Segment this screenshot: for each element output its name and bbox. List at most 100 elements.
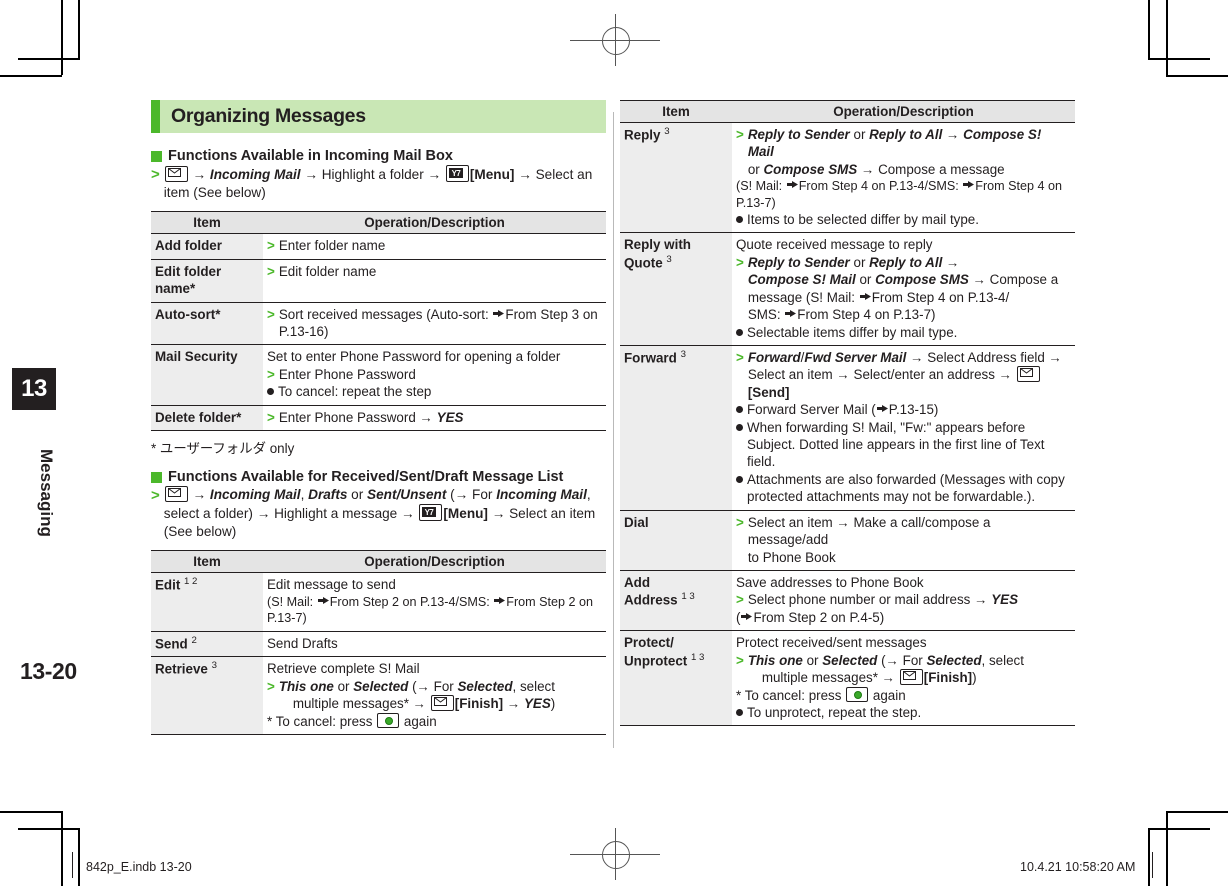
menu-path-drafts: Drafts [308,487,348,503]
procedure-text: → Incoming Mail → Highlight a folder → Y… [164,165,606,202]
table-row: Delete folder* > Enter Phone Password → Y… [151,405,606,432]
step-arrow-marker: > [736,127,744,142]
reference-pointer-icon [492,307,505,318]
step-arrow-marker: > [267,366,275,382]
bullet-dot-icon [736,215,743,223]
desc-text: Quote received message to reply [736,237,933,253]
desc-text: Save addresses to Phone Book [736,575,924,590]
bullet-dot-icon [267,388,274,396]
row-desc-edit-folder-name: > Edit folder name [263,259,606,303]
row-item-reply: Reply 3 [620,122,732,234]
right-column: Item Operation/Description Reply 3 > Repl… [620,100,1075,727]
row-item-add-address: Add Address 1 3 [620,570,732,632]
desc-text: Edit folder name [278,263,377,279]
svg-text:Y7: Y7 [425,508,435,517]
menu-path-incoming-mail: Incoming Mail [209,167,301,183]
desc-text: Selectable items differ by mail type. [747,324,958,340]
row-item-delete-folder: Delete folder* [151,405,263,432]
desc-text: Attachments are also forwarded (Messages… [747,471,1065,505]
row-item-edit: Edit 1 2 [151,572,263,632]
step-arrow-marker: > [267,678,275,694]
step-arrow-marker: > [736,514,744,530]
bullet-dot-icon [736,328,743,336]
svg-text:Y7: Y7 [451,169,461,178]
desc-text: Forward Server Mail (P.13-15) [747,402,939,418]
col-header-item: Item [151,550,263,574]
desc-cancel-note: * To cancel: press again [267,712,437,729]
desc-text: Protect received/sent messages [736,635,927,651]
step-arrow-marker: > [267,306,275,322]
menu-path-sent-unsent: Sent/Unsent [367,487,447,503]
subsection-heading-incoming-mail-box: Functions Available in Incoming Mail Box [151,147,606,165]
chapter-number-label: 13 [21,375,47,402]
reference-pointer-icon [740,610,753,621]
desc-cancel-note: * To cancel: press again [736,686,906,703]
table-row: Reply 3 > Reply to Sender or Reply to All… [620,122,1075,234]
row-desc-edit: Edit message to send (S! Mail: From Step… [263,572,606,632]
desc-text: Sort received messages (Auto-sort: From … [278,306,598,339]
desc-text: Forward/Fwd Server Mail → Select Address… [747,349,1062,400]
desc-text: Items to be selected differ by mail type… [747,211,979,227]
green-square-bullet-icon [151,472,162,484]
step-arrow-marker: > [736,652,744,668]
page-content: Organizing Messages Functions Available … [86,100,1086,760]
row-item-forward: Forward 3 [620,345,732,511]
table-row: Reply with Quote 3 Quote received message… [620,232,1075,346]
step-arrow-marker: > [151,487,160,505]
desc-text: Reply to Sender or Reply to All → Compos… [747,127,1042,177]
center-select-key-icon [846,686,869,702]
col-header-operation: Operation/Description [732,100,1075,123]
row-desc-reply-with-quote: Quote received message to reply > Reply t… [732,232,1075,346]
procedure-line-2: > → Incoming Mail, Drafts or Sent/Unsent… [151,486,606,541]
section-title: Organizing Messages [171,105,366,127]
step-text-highlight-message: Highlight a message [274,506,398,522]
envelope-key-icon [164,166,188,183]
row-desc-mail-security: Set to enter Phone Password for opening … [263,344,606,406]
center-select-key-icon [377,712,400,728]
desc-reference: (S! Mail: From Step 4 on P.13-4/SMS: Fro… [736,179,1063,210]
table-header-row: Item Operation/Description [620,100,1075,123]
menu-key-label: [Menu] [443,506,488,522]
table-row: Dial > Select an item → Make a call/compo… [620,510,1075,572]
table-header-row: Item Operation/Description [151,550,606,574]
step-arrow-marker: > [267,238,275,254]
row-desc-auto-sort: > Sort received messages (Auto-sort: From… [263,302,606,346]
yahoo-menu-key-icon: Y7 [445,165,469,183]
row-item-reply-with-quote: Reply with Quote 3 [620,232,732,346]
col-header-item: Item [151,211,263,235]
step-arrow-marker: > [736,592,744,608]
reference-pointer-icon [493,595,506,606]
desc-text: Reply to Sender or Reply to All → Compose… [747,254,1059,323]
arrow-icon: → [514,167,536,183]
footer-rule-right [1152,852,1154,878]
footer-rule-left [72,852,74,878]
desc-text: To unprotect, repeat the step. [747,704,922,720]
footer-file-reference: 842p_E.indb 13-20 [86,860,192,874]
chapter-name-label: Messaging [37,449,56,537]
incoming-mail-box-functions-table: Item Operation/Description Add folder > E… [151,211,606,432]
table-row: Add Address 1 3 Save addresses to Phone B… [620,570,1075,632]
message-operations-table: Item Operation/Description Reply 3 > Repl… [620,100,1075,727]
subsection-heading-label: Functions Available in Incoming Mail Box [168,148,453,164]
table-row: Protect/Unprotect 1 3 Protect received/s… [620,630,1075,727]
envelope-key-icon [430,695,454,712]
chapter-number-tab: 13 [12,368,56,410]
col-header-operation: Operation/Description [263,211,606,235]
step-arrow-marker: > [151,166,160,184]
row-item-add-folder: Add folder [151,233,263,260]
step-arrow-marker: > [736,349,744,365]
bullet-dot-icon [736,708,743,716]
desc-text: Enter Phone Password [278,366,416,382]
envelope-key-icon [164,486,188,503]
row-item-mail-security: Mail Security [151,344,263,406]
row-item-auto-sort: Auto-sort* [151,302,263,346]
row-item-send: Send 2 [151,631,263,658]
arrow-icon: → [192,167,210,183]
green-square-bullet-icon [151,151,162,162]
subsection-heading-message-list: Functions Available for Received/Sent/Dr… [151,468,606,486]
row-desc-add-address: Save addresses to Phone Book > Select pho… [732,570,1075,632]
table-row: Forward 3 > Forward/Fwd Server Mail → Sel… [620,345,1075,511]
desc-text: Retrieve complete S! Mail [267,661,420,677]
envelope-key-icon [1016,366,1040,383]
col-header-operation: Operation/Description [263,550,606,574]
